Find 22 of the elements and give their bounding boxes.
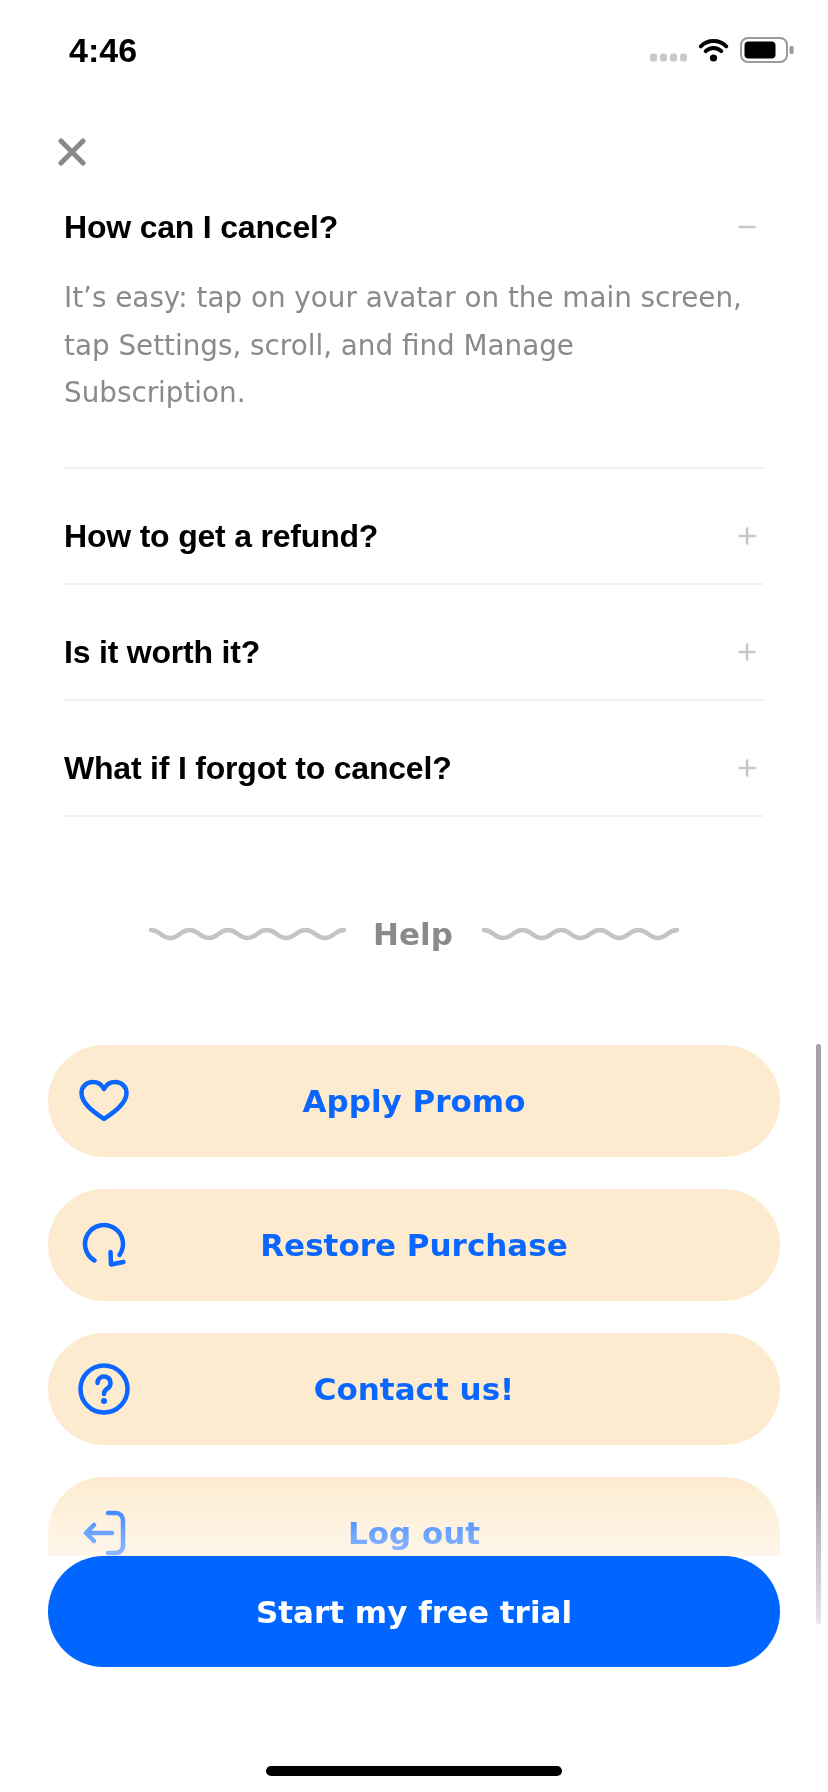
status-time: 4:46 xyxy=(69,30,138,70)
faq-question[interactable]: How can I cancel? xyxy=(64,208,763,246)
wifi-icon xyxy=(698,38,729,62)
contact-button[interactable]: Contact us! xyxy=(48,1332,780,1445)
signal-dots-icon xyxy=(650,52,687,62)
wavy-line-icon xyxy=(480,925,680,942)
faq-question[interactable]: What if I forgot to cancel? xyxy=(64,748,763,787)
close-button[interactable] xyxy=(58,138,86,166)
restore-purchase-button[interactable]: Restore Purchase xyxy=(48,1188,780,1301)
faq-answer: It’s easy: tap on your avatar on the main screen, tap Settings, scroll, and find Manage Subscription. xyxy=(64,280,743,411)
battery-icon xyxy=(740,37,794,63)
question-circle-icon xyxy=(78,1362,130,1415)
circular-arrow-icon xyxy=(81,1221,127,1268)
start-trial-button[interactable]: Start my free trial xyxy=(48,1556,780,1667)
arrow-bracket-icon xyxy=(82,1509,126,1556)
wavy-line-icon xyxy=(148,925,348,942)
close-icon xyxy=(58,138,86,166)
heart-icon xyxy=(78,1078,130,1123)
faq-question[interactable]: How to get a refund? xyxy=(64,516,763,555)
apply-promo-button[interactable]: Apply Promo xyxy=(48,1044,780,1157)
faq-question[interactable]: Is it worth it? xyxy=(64,632,763,671)
help-heading: Help xyxy=(373,914,453,953)
